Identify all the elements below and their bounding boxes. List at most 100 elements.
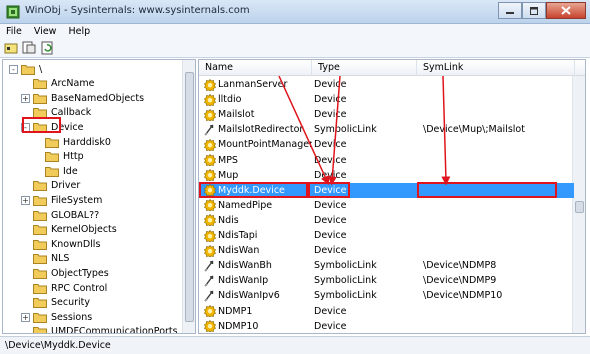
object-name: NdisWan: [218, 245, 260, 257]
object-name: MPS: [218, 154, 238, 166]
object-name: MountPointManager: [218, 139, 312, 151]
column-header-symlink[interactable]: SymLink: [417, 60, 575, 76]
status-bar: \Device\Myddk.Device: [0, 336, 590, 354]
device-icon: [204, 320, 216, 333]
minimize-button[interactable]: [498, 2, 522, 19]
tree-expander[interactable]: +: [21, 312, 30, 322]
object-name: NdisWanIpv6: [218, 290, 280, 302]
object-symlink: [423, 137, 573, 152]
close-button[interactable]: [546, 2, 586, 19]
tree-expander[interactable]: +: [21, 93, 30, 103]
object-name: NdisWanBh: [218, 260, 272, 272]
open-folder-button[interactable]: [21, 40, 37, 55]
tree-item[interactable]: GLOBAL??: [21, 208, 99, 222]
column-header-type[interactable]: Type: [312, 60, 417, 76]
tree-item[interactable]: Callback: [21, 106, 91, 120]
object-row[interactable]: NdisWanIpv6 SymbolicLink \Device\NDMP10: [199, 288, 574, 303]
tree-item[interactable]: Security: [21, 296, 90, 310]
object-name: lltdio: [218, 94, 242, 106]
tree-item[interactable]: + FileSystem: [21, 193, 102, 207]
folder-icon: [33, 195, 47, 206]
tree-item[interactable]: - \: [9, 62, 42, 76]
object-row[interactable]: Myddk.Device Device: [199, 182, 574, 198]
object-type: Device: [314, 305, 347, 317]
column-header-name[interactable]: Name: [199, 60, 312, 76]
object-tree[interactable]: - \ ArcName + BaseNamedObjects Callback - Devic…: [2, 59, 196, 334]
maximize-button[interactable]: [522, 2, 546, 19]
object-name: NDMP10: [218, 320, 259, 332]
object-row[interactable]: Ndis Device: [199, 213, 574, 228]
object-symlink: [423, 77, 573, 92]
object-row[interactable]: MountPointManager Device: [199, 137, 574, 152]
tree-item[interactable]: NLS: [21, 252, 69, 266]
menu-help[interactable]: Help: [62, 26, 96, 37]
object-list[interactable]: Name Type SymLink LanmanServer Device lltd…: [198, 59, 586, 334]
device-icon: [204, 93, 216, 106]
object-row[interactable]: Mailslot Device: [199, 107, 574, 122]
object-row[interactable]: NdisTapi Device: [199, 228, 574, 243]
object-row[interactable]: NDMP1 Device: [199, 304, 574, 319]
tree-item-label: ArcName: [51, 78, 95, 90]
folder-icon: [33, 298, 47, 309]
tree-item[interactable]: ArcName: [21, 77, 94, 91]
tree-scrollbar[interactable]: [182, 60, 195, 333]
list-scrollbar-thumb[interactable]: [575, 201, 584, 213]
tree-expander[interactable]: -: [21, 122, 30, 132]
tree-item[interactable]: KnownDlls: [21, 237, 100, 251]
tree-item[interactable]: UMDFCommunicationPorts: [21, 325, 178, 334]
object-type: Device: [314, 320, 347, 332]
menu-file[interactable]: File: [0, 26, 28, 37]
tree-item[interactable]: ObjectTypes: [21, 266, 109, 280]
object-name: Myddk.Device: [218, 184, 285, 196]
object-type: SymbolicLink: [314, 260, 377, 272]
tree-item[interactable]: Harddisk0: [33, 135, 111, 149]
tree-item-label: UMDFCommunicationPorts: [51, 326, 178, 334]
object-row[interactable]: NamedPipe Device: [199, 198, 574, 213]
tree-item[interactable]: Ide: [33, 164, 78, 178]
object-symlink: [423, 213, 573, 228]
object-row[interactable]: NdisWan Device: [199, 243, 574, 258]
tree-item[interactable]: + BaseNamedObjects: [21, 91, 144, 105]
tree-item[interactable]: Driver: [21, 179, 80, 193]
object-symlink: [423, 228, 573, 243]
tree-item[interactable]: Http: [33, 150, 84, 164]
folder-icon: [45, 137, 59, 148]
object-row[interactable]: Mup Device: [199, 168, 574, 183]
device-icon: [204, 244, 216, 257]
tree-item-label: Callback: [51, 107, 92, 119]
object-row[interactable]: NdisWanBh SymbolicLink \Device\NDMP8: [199, 258, 574, 273]
device-icon: [204, 229, 216, 242]
refresh-button[interactable]: [39, 40, 55, 55]
tree-item[interactable]: - Device: [21, 120, 84, 134]
folder-icon: [45, 152, 59, 163]
tree-scrollbar-thumb[interactable]: [185, 72, 194, 322]
object-row[interactable]: NDMP10 Device: [199, 319, 574, 333]
tree-expander[interactable]: +: [21, 195, 30, 205]
tree-item-label: ObjectTypes: [51, 267, 109, 279]
folder-icon: [33, 254, 47, 265]
object-name: Mailslot: [218, 109, 255, 121]
folder-icon: [33, 268, 47, 279]
title-bar[interactable]: WinObj - Sysinternals: www.sysinternals.…: [0, 0, 590, 24]
object-symlink: [423, 92, 573, 107]
object-name-cell: NdisWanIp: [204, 273, 312, 288]
menu-view[interactable]: View: [28, 26, 63, 37]
folder-icon: [33, 239, 47, 250]
object-row[interactable]: NdisWanIp SymbolicLink \Device\NDMP9: [199, 273, 574, 288]
object-row[interactable]: lltdio Device: [199, 92, 574, 107]
object-row[interactable]: LanmanServer Device: [199, 77, 574, 92]
tree-item-label: FileSystem: [51, 194, 103, 206]
object-row[interactable]: MPS Device: [199, 153, 574, 168]
device-icon: [204, 305, 216, 317]
tree-item[interactable]: KernelObjects: [21, 223, 117, 237]
tree-item-label: Harddisk0: [63, 136, 111, 148]
tree-item-label: \: [39, 63, 43, 75]
object-name-cell: MailslotRedirector: [204, 122, 312, 137]
object-row[interactable]: MailslotRedirector SymbolicLink \Device\Mu…: [199, 122, 574, 137]
object-name-cell: Mup: [204, 168, 312, 183]
tree-item[interactable]: + Sessions: [21, 310, 92, 324]
tree-item[interactable]: RPC Control: [21, 281, 107, 295]
properties-button[interactable]: [3, 40, 19, 55]
winobj-app-icon: [6, 5, 20, 19]
tree-expander[interactable]: -: [9, 64, 18, 74]
